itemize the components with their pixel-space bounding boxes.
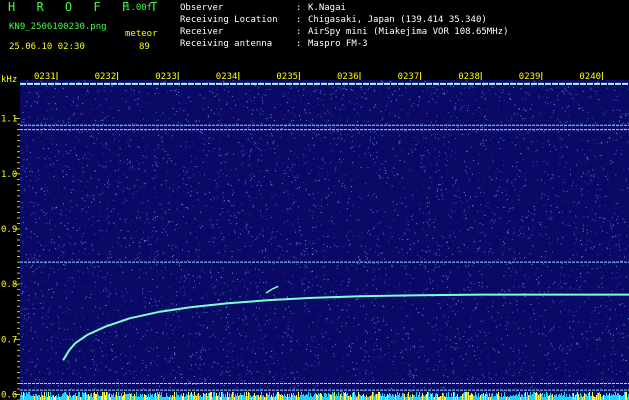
info-value-observer: K.Nagai (308, 3, 346, 13)
file-name: KN9_2506100230.png (9, 22, 107, 32)
y-tick-label: 0.8 (1, 280, 17, 290)
info-label-receiver: Receiver (180, 27, 224, 37)
info-value-receiver: AirSpy mini (Miakejima VOR 108.65MHz) (308, 27, 509, 37)
detection-type: meteor (125, 29, 158, 39)
info-label-location: Receiving Location (180, 15, 278, 25)
spectrogram-chart: kHz 1.1 1.0 0.9 0.8 0.7 0.6 0231 0232 0233 0234 0… (0, 72, 629, 400)
x-tick-label: 0231 (34, 72, 56, 82)
y-tick-label: 0.9 (1, 225, 17, 235)
info-colon: : (296, 27, 302, 37)
info-colon: : (296, 3, 302, 13)
detection-count: 89 (139, 42, 150, 52)
info-colon: : (296, 15, 302, 25)
y-tick-label: 0.7 (1, 335, 17, 345)
datetime-label: 25.06.10 02:30 (9, 42, 85, 52)
y-tick-label: 1.1 (1, 115, 17, 125)
info-colon: : (296, 39, 302, 49)
info-value-location: Chigasaki, Japan (139.414 35.340) (308, 15, 487, 25)
x-tick-label: 0236 (337, 72, 359, 82)
spectrogram-background (20, 80, 629, 400)
y-tick-label: 0.6 (1, 391, 17, 400)
y-tick-label: 1.0 (1, 170, 17, 180)
x-tick-label: 0239 (519, 72, 541, 82)
x-tick-label: 0237 (398, 72, 420, 82)
y-axis-label: kHz (1, 75, 17, 85)
x-tick-label: 0233 (155, 72, 177, 82)
x-tick-label: 0240 (579, 72, 601, 82)
info-label-antenna: Receiving antenna (180, 39, 273, 49)
x-tick-label: 0238 (458, 72, 480, 82)
info-label-observer: Observer (180, 3, 224, 13)
x-tick-label: 0232 (95, 72, 117, 82)
header-panel: H R O F F T 1.00f KN9_2506100230.png met… (0, 0, 629, 72)
x-tick-label: 0235 (276, 72, 298, 82)
x-tick-label: 0234 (216, 72, 238, 82)
info-value-antenna: Maspro FM-3 (308, 39, 368, 49)
version-label: 1.00f (125, 3, 153, 13)
